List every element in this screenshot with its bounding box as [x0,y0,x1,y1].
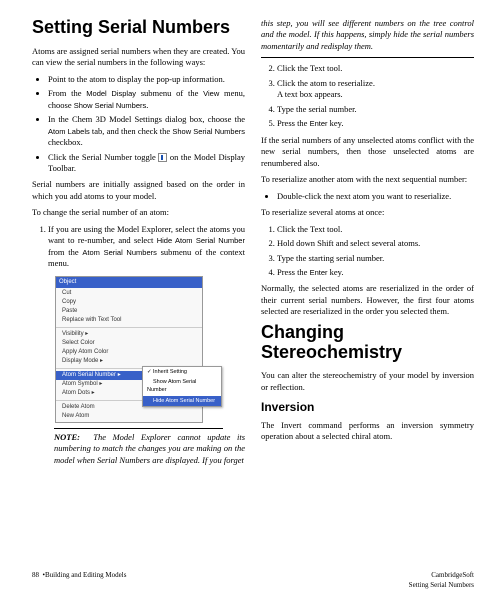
serial-toggle-icon [158,153,167,162]
para: To reserialize another atom with the nex… [261,174,474,185]
steps-list: Click the Text tool. Click the atom to r… [277,63,474,129]
list-item: Press the Enter key. [277,118,474,129]
list-item: Press the Enter key. [277,267,474,278]
para: To reserialize several atoms at once: [261,207,474,218]
list-item: From the Model Display submenu of the Vi… [48,88,245,111]
list-item: Hold down Shift and select several atoms… [277,238,474,249]
para: Normally, the selected atoms are reseria… [261,283,474,317]
ways-list: Point to the atom to display the pop-up … [48,74,245,175]
heading-changing-stereo: Changing Stereochemistry [261,323,474,363]
menu-item: Display Mode ▸ [56,357,202,366]
section-title: Setting Serial Numbers [409,581,474,589]
steps-list: Click the Text tool. Hold down Shift and… [277,224,474,279]
list-item: If you are using the Model Explorer, sel… [48,224,245,270]
page-footer: 88 •Building and Editing Models Cambridg… [32,571,474,590]
menu-item: Replace with Text Tool [56,316,202,325]
list-item: Type the serial number. [277,104,474,115]
menu-item: Cut [56,289,202,298]
menu-header: Object [56,277,202,288]
heading-inversion: Inversion [261,399,474,415]
para: Serial numbers are initially assigned ba… [32,179,245,202]
menu-item: Select Color [56,339,202,348]
note-continuation: this step, you will see different number… [261,18,474,52]
menu-item: Paste [56,307,202,316]
list-item: Double-click the next atom you want to r… [277,191,474,202]
context-menu-screenshot: Object Cut Copy Paste Replace with Text … [54,275,204,424]
para: To change the serial number of an atom: [32,207,245,218]
submenu-item-selected: Hide Atom Serial Number [143,396,221,406]
para: The Invert command performs an inversion… [261,420,474,443]
note-rule [54,428,223,429]
brand: CambridgeSoft [431,571,474,579]
submenu: ✓Inherit Setting Show Atom Serial Number… [142,366,222,407]
list-item: Click the atom to reserialize.A text box… [277,78,474,101]
list-item: Point to the atom to display the pop-up … [48,74,245,85]
menu-item: Apply Atom Color [56,348,202,357]
change-steps: If you are using the Model Explorer, sel… [48,224,245,270]
note: NOTE: The Model Explorer cannot update i… [54,432,245,466]
bullet-list: Double-click the next atom you want to r… [277,191,474,202]
para: If the serial numbers of any unselected … [261,135,474,169]
page-number: 88 [32,571,39,579]
menu-item: New Atom [56,412,202,421]
chapter-title: •Building and Editing Models [43,571,127,579]
list-item: Click the Text tool. [277,63,474,74]
list-item: Click the Serial Number toggle on the Mo… [48,152,245,175]
submenu-item: Show Atom Serial Number [143,377,221,396]
list-item: Type the starting serial number. [277,253,474,264]
list-item: Click the Text tool. [277,224,474,235]
para: You can alter the stereochemistry of you… [261,370,474,393]
heading-setting-serial: Setting Serial Numbers [32,18,245,38]
submenu-item: ✓Inherit Setting [143,367,221,377]
menu-item: Visibility ▸ [56,330,202,339]
list-item: In the Chem 3D Model Settings dialog box… [48,114,245,148]
para: Atoms are assigned serial numbers when t… [32,46,245,69]
menu-item: Copy [56,298,202,307]
